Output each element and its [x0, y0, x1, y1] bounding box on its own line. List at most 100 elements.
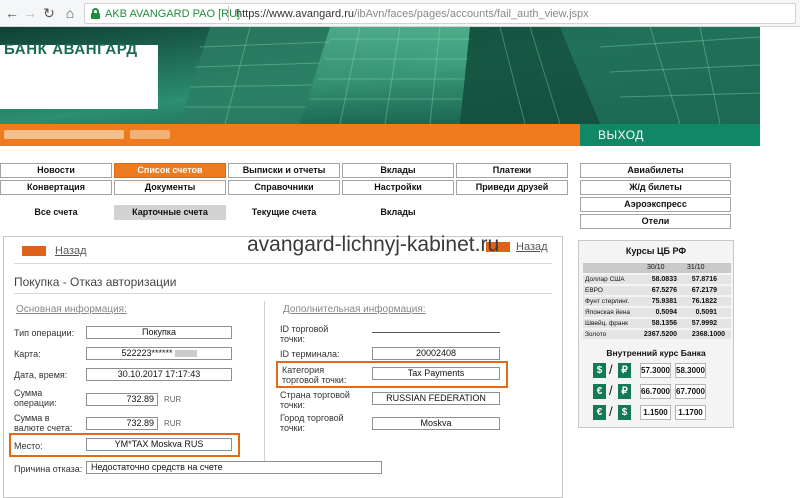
address-bar[interactable]: AKB AVANGARD PAO [RU] https://www.avanga… — [84, 3, 796, 24]
home-icon[interactable]: ⌂ — [62, 5, 78, 21]
rate-value: 75.9381 — [651, 298, 677, 305]
logout-button[interactable]: ВЫХОД — [580, 124, 760, 146]
reason-field: Недостаточно средств на счете — [86, 461, 382, 474]
sell-rate: 58.3000 — [675, 363, 706, 378]
inner-rates-title: Внутренний курс Банка — [606, 348, 706, 358]
rate-value: 57.9992 — [691, 320, 717, 327]
rate-value: 58.1356 — [651, 320, 677, 327]
city-label: Город торговой точки: — [280, 413, 344, 433]
menu-deposits[interactable]: Вклады — [342, 163, 454, 178]
forward-arrow-icon[interactable]: → — [22, 5, 38, 21]
rate-value: 67.2179 — [691, 287, 717, 294]
right-menu-hotels[interactable]: Отели — [580, 214, 731, 229]
submenu-card-accounts[interactable]: Карточные счета — [114, 205, 226, 220]
ruble-icon: ₽ — [618, 384, 631, 399]
rate-row: ЕВРО 67.5276 67.2179 — [583, 286, 731, 295]
user-bar — [0, 124, 580, 146]
reload-icon[interactable]: ↻ — [41, 5, 57, 21]
redacted-user-name — [4, 130, 124, 139]
merchant-id-field — [372, 332, 500, 333]
ruble-icon: ₽ — [618, 363, 631, 378]
rates-col1: 30/10 — [647, 264, 665, 271]
menu-settings[interactable]: Настройки — [342, 180, 454, 195]
rates-header: 30/10 31/10 — [583, 263, 731, 273]
city-field: Moskva — [372, 417, 500, 430]
rate-row: Фунт стерлинг. 75.9381 76.1822 — [583, 297, 731, 306]
rate-value: 0.5091 — [695, 309, 717, 316]
rate-value: 2367.5200 — [643, 331, 677, 338]
back-link-top[interactable]: Назад — [55, 245, 87, 257]
bank-logo[interactable]: БАНК АВАНГАРД — [4, 41, 138, 58]
card-number: 522223****** — [121, 348, 173, 358]
amount-field: 732.89 — [86, 393, 158, 406]
op-type-field: Покупка — [86, 326, 232, 339]
rate-value: 57.8716 — [691, 276, 717, 283]
menu-refer-friends[interactable]: Приведи друзей — [456, 180, 568, 195]
column-divider — [264, 301, 265, 469]
menu-accounts[interactable]: Список счетов — [114, 163, 226, 178]
dollar-icon: $ — [593, 363, 606, 378]
redacted-user-extra — [130, 130, 170, 139]
watermark: avangard-lichnyj-kabinet.ru — [247, 233, 500, 256]
right-menu-aeroexpress[interactable]: Аэроэкспресс — [580, 197, 731, 212]
menu-documents[interactable]: Документы — [114, 180, 226, 195]
back-arrow-icon[interactable] — [22, 246, 46, 256]
menu-conversion[interactable]: Конвертация — [0, 180, 112, 195]
euro-icon: € — [593, 384, 606, 399]
op-type-label: Тип операции: — [14, 328, 75, 338]
buy-rate: 1.1500 — [640, 405, 671, 420]
divider — [14, 293, 552, 294]
right-menu-trains[interactable]: Ж/д билеты — [580, 180, 731, 195]
url-domain: https://www.avangard.ru — [236, 8, 355, 20]
rate-value: 67.5276 — [651, 287, 677, 294]
rates-title: Курсы ЦБ РФ — [625, 246, 687, 256]
country-label: Страна торговой точки: — [280, 390, 350, 410]
card-redaction — [174, 350, 197, 358]
inner-rate-row: $ / ₽ 57.3000 58.3000 — [593, 362, 723, 379]
category-label: Категория торговой точки: — [282, 365, 347, 385]
buy-rate: 57.3000 — [640, 363, 671, 378]
euro-icon: € — [593, 405, 606, 420]
terminal-id-field: 20002408 — [372, 347, 500, 360]
rate-name: Японская йена — [585, 309, 631, 316]
url-text: https://www.avangard.ru/ibAvn/faces/page… — [236, 7, 589, 21]
rate-name: Швейц. франк — [585, 320, 628, 327]
reason-label: Причина отказа: — [14, 464, 83, 474]
rates-col2: 31/10 — [687, 264, 705, 271]
sell-rate: 1.1700 — [675, 405, 706, 420]
lock-icon — [91, 8, 100, 19]
rate-row: Швейц. франк 58.1356 57.9992 — [583, 319, 731, 328]
sell-rate: 67.7000 — [675, 384, 706, 399]
divider — [14, 263, 552, 264]
menu-statements[interactable]: Выписки и отчеты — [228, 163, 340, 178]
transaction-panel: Назад Покупка - Отказ авторизации Основн… — [3, 236, 563, 498]
submenu-all-accounts[interactable]: Все счета — [0, 205, 112, 220]
slash-separator: / — [609, 404, 613, 419]
rate-name: Фунт стерлинг. — [585, 298, 630, 305]
amount-acc-currency: RUR — [164, 419, 182, 428]
rate-row: Доллар США 58.0833 57.8716 — [583, 275, 731, 284]
card-label: Карта: — [14, 349, 41, 359]
rate-name: ЕВРО — [585, 287, 603, 294]
submenu-deposits[interactable]: Вклады — [342, 205, 454, 220]
section-main-info: Основная информация: — [16, 304, 127, 315]
menu-directories[interactable]: Справочники — [228, 180, 340, 195]
rate-value: 76.1822 — [691, 298, 717, 305]
right-menu-flights[interactable]: Авиабилеты — [580, 163, 731, 178]
url-path: /ibAvn/faces/pages/accounts/fail_auth_vi… — [354, 8, 589, 20]
rate-value: 2368.1000 — [691, 331, 725, 338]
menu-news[interactable]: Новости — [0, 163, 112, 178]
secure-label: AKB AVANGARD PAO [RU] — [105, 8, 241, 20]
category-field: Tax Payments — [372, 367, 500, 380]
datetime-field: 30.10.2017 17:17:43 — [86, 368, 232, 381]
exchange-rates-widget: Курсы ЦБ РФ 30/10 31/10 Доллар США 58.08… — [578, 240, 734, 428]
slash-separator: / — [609, 362, 613, 377]
rate-value: 58.0833 — [651, 276, 677, 283]
amount-label: Сумма операции: — [14, 388, 57, 408]
submenu-current-accounts[interactable]: Текущие счета — [228, 205, 340, 220]
back-arrow-icon[interactable]: ← — [4, 5, 20, 21]
menu-payments[interactable]: Платежи — [456, 163, 568, 178]
rate-name: Золото — [585, 331, 607, 338]
inner-rate-row: € / $ 1.1500 1.1700 — [593, 404, 723, 421]
back-link-bottom[interactable]: Назад — [516, 241, 548, 253]
